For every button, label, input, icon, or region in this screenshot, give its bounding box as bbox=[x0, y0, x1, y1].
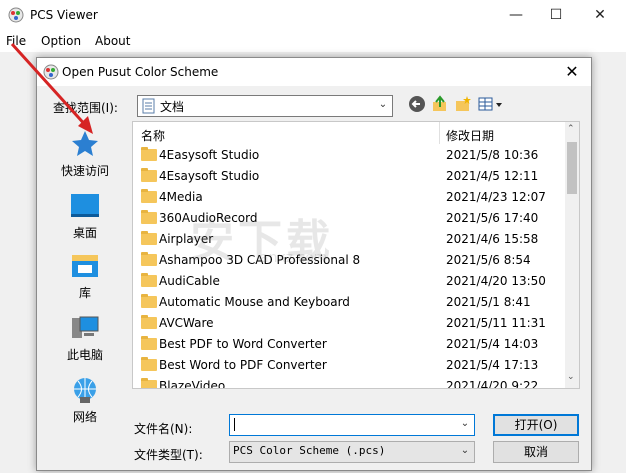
file-row[interactable]: Best Word to PDF Converter 2021/5/4 17:13 bbox=[133, 355, 565, 376]
file-row[interactable]: AudiCable 2021/4/20 13:50 bbox=[133, 271, 565, 292]
place-this-pc[interactable]: 此电脑 bbox=[55, 308, 115, 368]
filename-label: 文件名(N): bbox=[134, 422, 193, 436]
filetype-label: 文件类型(T): bbox=[134, 448, 203, 462]
place-network[interactable]: 网络 bbox=[55, 370, 115, 430]
place-label: 此电脑 bbox=[66, 348, 103, 362]
document-folder-icon bbox=[142, 98, 155, 114]
menu-about[interactable]: About bbox=[95, 34, 130, 48]
filetype-combo[interactable]: PCS Color Scheme (.pcs) ⌄ bbox=[229, 441, 475, 463]
folder-icon bbox=[141, 273, 157, 287]
folder-icon bbox=[141, 357, 157, 371]
file-row[interactable]: 4Esaysoft Studio 2021/4/5 12:11 bbox=[133, 166, 565, 187]
vertical-scrollbar[interactable]: ⌃ ⌄ bbox=[565, 122, 579, 388]
file-row[interactable]: Automatic Mouse and Keyboard 2021/5/1 8:4… bbox=[133, 292, 565, 313]
place-label: 网络 bbox=[72, 410, 97, 424]
place-library[interactable]: 库 bbox=[55, 246, 115, 306]
place-label: 库 bbox=[78, 286, 91, 300]
column-header-name[interactable]: 名称 bbox=[141, 127, 165, 144]
minimize-button[interactable]: — bbox=[506, 6, 526, 24]
computer-icon bbox=[72, 316, 99, 338]
view-menu-button[interactable] bbox=[477, 95, 505, 115]
place-label: 桌面 bbox=[72, 226, 97, 240]
chevron-down-icon[interactable]: ⌄ bbox=[458, 415, 472, 433]
dialog-title: Open Pusut Color Scheme bbox=[62, 65, 219, 79]
watermark-subtext: anxz.com bbox=[260, 250, 328, 266]
file-row[interactable]: AVCWare 2021/5/11 11:31 bbox=[133, 313, 565, 334]
folder-icon bbox=[141, 378, 157, 388]
place-quick-access[interactable]: 快速访问 bbox=[55, 124, 115, 184]
text-cursor bbox=[234, 418, 235, 431]
folder-icon bbox=[141, 168, 157, 182]
chevron-down-icon: ⌄ bbox=[378, 99, 388, 110]
folder-icon bbox=[141, 189, 157, 203]
new-folder-icon bbox=[456, 96, 471, 111]
folder-icon bbox=[141, 231, 157, 245]
folder-icon bbox=[141, 315, 157, 329]
place-label: 快速访问 bbox=[60, 164, 109, 178]
folder-icon bbox=[141, 294, 157, 308]
dialog-close-button[interactable]: ✕ bbox=[561, 62, 583, 82]
view-grid-icon bbox=[478, 97, 502, 111]
open-button[interactable]: 打开(O) bbox=[493, 414, 579, 436]
app-icon bbox=[8, 7, 24, 23]
new-folder-button[interactable] bbox=[453, 95, 473, 115]
folder-icon bbox=[141, 252, 157, 266]
dialog-app-icon bbox=[43, 64, 59, 80]
column-header-date[interactable]: 修改日期 bbox=[446, 127, 494, 144]
lookin-combo[interactable]: 文档 ⌄ bbox=[137, 95, 393, 117]
up-folder-icon bbox=[433, 95, 446, 111]
scrollbar-thumb[interactable] bbox=[567, 142, 577, 194]
sort-ascending-icon: ⌃ bbox=[283, 121, 291, 129]
up-folder-button[interactable] bbox=[430, 95, 450, 115]
folder-icon bbox=[141, 147, 157, 161]
file-row[interactable]: BlazeVideo 2021/4/20 9:22 bbox=[133, 376, 565, 388]
desktop-icon bbox=[71, 194, 99, 217]
back-arrow-icon bbox=[409, 96, 425, 112]
menu-file[interactable]: File bbox=[6, 34, 26, 48]
filename-input[interactable]: ⌄ bbox=[229, 414, 475, 436]
menubar bbox=[0, 30, 626, 52]
filetype-value: PCS Color Scheme (.pcs) bbox=[233, 444, 386, 457]
menu-option[interactable]: Option bbox=[41, 34, 81, 48]
lookin-value: 文档 bbox=[160, 100, 185, 114]
close-button[interactable]: ✕ bbox=[590, 6, 610, 24]
column-divider[interactable] bbox=[439, 122, 440, 144]
dialog-titlebar: Open Pusut Color Scheme ✕ bbox=[37, 58, 591, 86]
scroll-down-icon[interactable]: ⌄ bbox=[567, 372, 575, 382]
file-row[interactable]: Best PDF to Word Converter 2021/5/4 14:03 bbox=[133, 334, 565, 355]
library-icon bbox=[72, 255, 98, 277]
window-title: PCS Viewer bbox=[30, 8, 98, 22]
main-titlebar: PCS Viewer — ☐ ✕ bbox=[0, 0, 626, 30]
folder-icon bbox=[141, 336, 157, 350]
network-icon bbox=[74, 378, 96, 403]
cancel-button[interactable]: 取消 bbox=[493, 441, 579, 463]
scroll-up-icon[interactable]: ⌃ bbox=[567, 124, 575, 134]
lookin-label: 查找范围(I): bbox=[53, 101, 118, 115]
chevron-down-icon: ⌄ bbox=[460, 445, 470, 456]
back-button[interactable] bbox=[407, 95, 427, 115]
maximize-button[interactable]: ☐ bbox=[546, 6, 566, 24]
folder-icon bbox=[141, 210, 157, 224]
star-icon bbox=[72, 131, 98, 156]
file-row[interactable]: 4Easysoft Studio 2021/5/8 10:36 bbox=[133, 145, 565, 166]
place-desktop[interactable]: 桌面 bbox=[55, 186, 115, 246]
